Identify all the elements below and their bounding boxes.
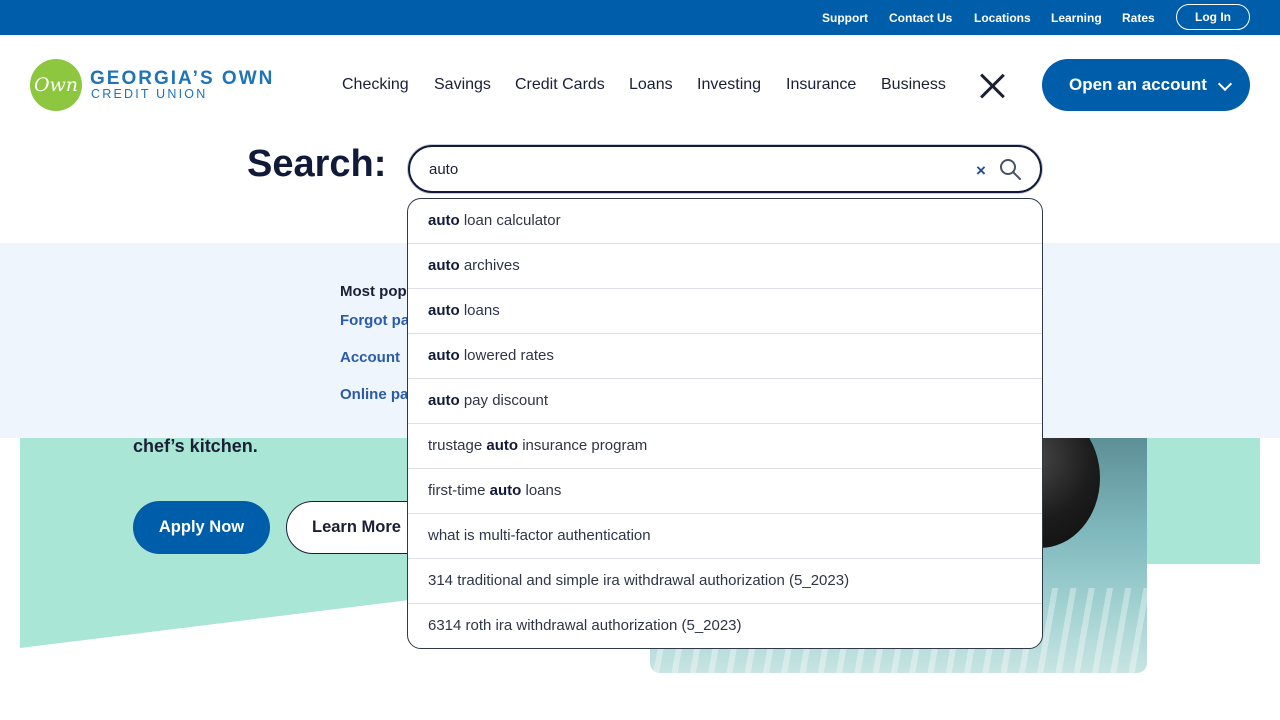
popular-link-forgot-password[interactable]: Forgot pa [340, 312, 409, 329]
search-suggestions: auto loan calculator auto archives auto … [407, 198, 1043, 649]
suggestion-item[interactable]: auto pay discount [408, 379, 1042, 424]
support-link[interactable]: Support [822, 11, 868, 25]
logo-subtitle: CREDIT UNION [91, 87, 208, 101]
utility-bar: Support Contact Us Locations Learning Ra… [0, 0, 1280, 35]
suggestion-item[interactable]: 6314 roth ira withdrawal authorization (… [408, 604, 1042, 648]
suggestion-item[interactable]: auto lowered rates [408, 334, 1042, 379]
nav-checking[interactable]: Checking [342, 76, 409, 94]
search-input[interactable]: auto × [408, 145, 1042, 193]
nav-savings[interactable]: Savings [434, 76, 491, 94]
nav-loans[interactable]: Loans [629, 76, 673, 94]
open-account-label: Open an account [1069, 75, 1207, 94]
main-header: Own GEORGIA’S OWN CREDIT UNION Checking … [0, 35, 1280, 135]
search-icon[interactable] [998, 157, 1022, 181]
nav-insurance[interactable]: Insurance [786, 76, 856, 94]
most-popular-title: Most pop [340, 283, 407, 300]
search-label: Search: [247, 143, 387, 185]
close-icon[interactable] [978, 72, 1006, 100]
popular-link-online-payments[interactable]: Online pa [340, 386, 408, 403]
login-button[interactable]: Log In [1176, 4, 1250, 30]
logo-mark[interactable]: Own [30, 59, 82, 111]
locations-link[interactable]: Locations [974, 11, 1031, 25]
open-account-button[interactable]: Open an account [1042, 59, 1250, 111]
apply-now-button[interactable]: Apply Now [133, 501, 270, 554]
contact-us-link[interactable]: Contact Us [889, 11, 952, 25]
rates-link[interactable]: Rates [1122, 11, 1155, 25]
hero-text: chef’s kitchen. [133, 436, 258, 456]
suggestion-item[interactable]: auto archives [408, 244, 1042, 289]
nav-business[interactable]: Business [881, 76, 946, 94]
search-input-value[interactable]: auto [429, 161, 458, 178]
suggestion-item[interactable]: trustage auto insurance program [408, 424, 1042, 469]
suggestion-item[interactable]: 314 traditional and simple ira withdrawa… [408, 559, 1042, 604]
nav-investing[interactable]: Investing [697, 76, 761, 94]
nav-credit-cards[interactable]: Credit Cards [515, 76, 605, 94]
suggestion-item[interactable]: what is multi-factor authentication [408, 514, 1042, 559]
suggestion-item[interactable]: auto loan calculator [408, 199, 1042, 244]
chevron-down-icon [1217, 76, 1233, 92]
suggestion-item[interactable]: first-time auto loans [408, 469, 1042, 514]
suggestion-item[interactable]: auto loans [408, 289, 1042, 334]
clear-icon[interactable]: × [976, 161, 986, 181]
learning-link[interactable]: Learning [1051, 11, 1102, 25]
popular-link-account[interactable]: Account [340, 349, 400, 366]
